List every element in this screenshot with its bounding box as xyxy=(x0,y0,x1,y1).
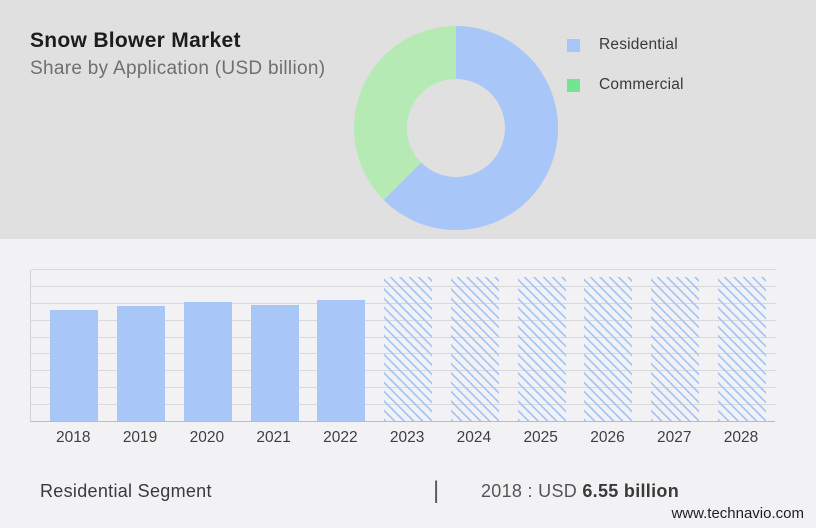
x-tick-label: 2021 xyxy=(242,429,306,447)
bar-2021 xyxy=(251,305,299,421)
legend: Residential Commercial xyxy=(567,37,684,117)
legend-item-residential: Residential xyxy=(567,37,684,53)
website-text: www.technavio.com xyxy=(671,505,804,522)
x-tick-label: 2028 xyxy=(709,429,773,447)
bar-2024-forecast xyxy=(451,277,499,421)
x-tick-label: 2020 xyxy=(175,429,239,447)
header-panel: Snow Blower Market Share by Application … xyxy=(0,0,816,239)
x-axis-labels: 2018201920202021202220232024202520262027… xyxy=(30,429,775,451)
bar-2028-forecast xyxy=(718,277,766,421)
value-prefix: 2018 : USD xyxy=(481,481,582,501)
bar-2020 xyxy=(184,302,232,421)
bar-2026-forecast xyxy=(584,277,632,421)
footer-separator: | xyxy=(433,477,439,505)
bar-2023-forecast xyxy=(384,277,432,421)
bar-plot xyxy=(30,270,775,422)
x-tick-label: 2018 xyxy=(41,429,105,447)
bar-2025-forecast xyxy=(518,277,566,421)
commercial-swatch-icon xyxy=(567,79,580,92)
page-title: Snow Blower Market xyxy=(30,29,241,53)
donut-chart xyxy=(354,26,558,230)
x-tick-label: 2023 xyxy=(375,429,439,447)
x-tick-label: 2025 xyxy=(509,429,573,447)
residential-swatch-icon xyxy=(567,39,580,52)
donut-hole xyxy=(407,79,505,177)
bar-2022 xyxy=(317,300,365,421)
value-bold: 6.55 billion xyxy=(582,481,679,501)
bar-2019 xyxy=(117,306,165,421)
x-tick-label: 2024 xyxy=(442,429,506,447)
legend-label: Commercial xyxy=(599,76,684,94)
gridline xyxy=(31,269,776,270)
legend-item-commercial: Commercial xyxy=(567,77,684,93)
infographic-canvas: Snow Blower Market Share by Application … xyxy=(0,0,816,528)
x-tick-label: 2026 xyxy=(575,429,639,447)
x-tick-label: 2022 xyxy=(308,429,372,447)
bar-2027-forecast xyxy=(651,277,699,421)
x-tick-label: 2019 xyxy=(108,429,172,447)
x-tick-label: 2027 xyxy=(642,429,706,447)
segment-label: Residential Segment xyxy=(40,481,212,502)
page-subtitle: Share by Application (USD billion) xyxy=(30,58,325,80)
legend-label: Residential xyxy=(599,36,678,54)
bar-2018 xyxy=(50,310,98,421)
segment-value: 2018 : USD 6.55 billion xyxy=(481,481,679,502)
